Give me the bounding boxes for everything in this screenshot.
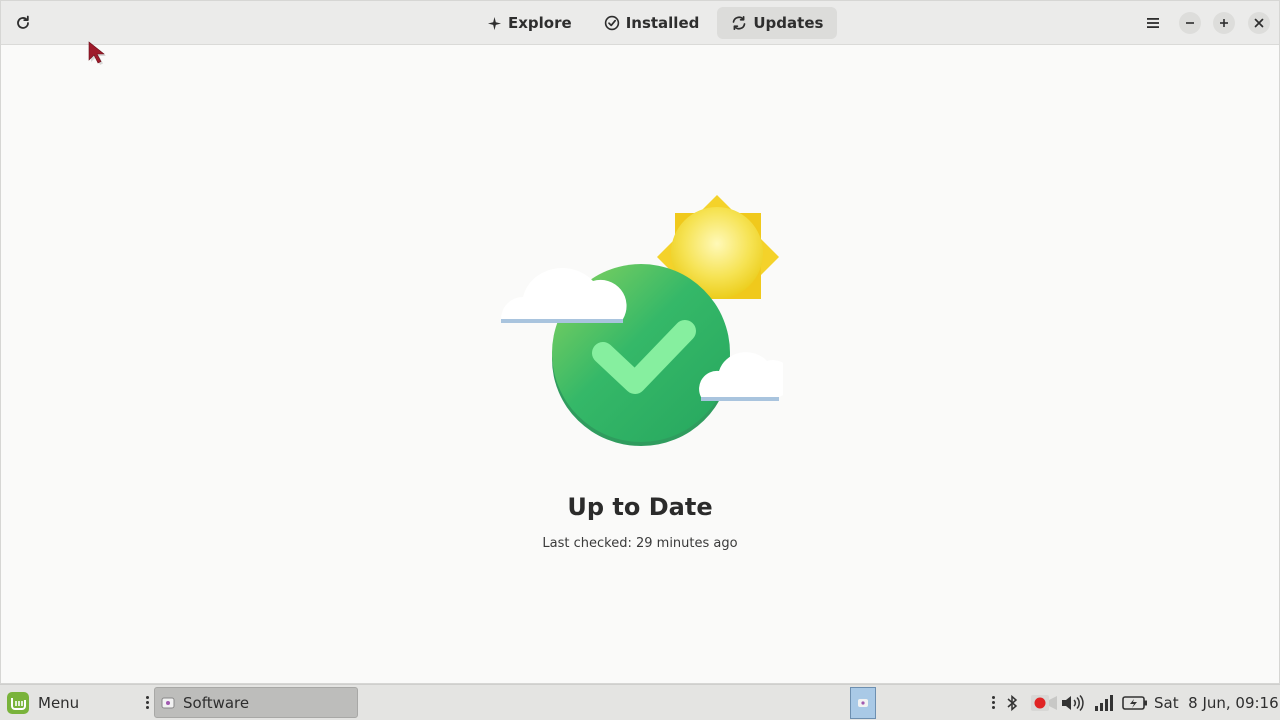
- software-app-icon: [858, 698, 868, 707]
- menu-button[interactable]: Menu: [6, 685, 79, 720]
- hamburger-menu-icon: [1147, 18, 1159, 28]
- installed-check-icon: [604, 15, 619, 31]
- power-tray-button[interactable]: [1122, 685, 1148, 720]
- bluetooth-icon: [1007, 694, 1018, 711]
- linux-mint-logo-icon: [7, 691, 29, 714]
- taskbar-window-label: Software: [183, 693, 250, 712]
- battery-charging-icon: [1122, 695, 1147, 710]
- clock-label: Sat 8 Jun, 09:16: [1154, 693, 1279, 712]
- refresh-button[interactable]: [9, 9, 37, 37]
- minimize-icon: [1186, 22, 1194, 24]
- explore-icon: [487, 16, 502, 30]
- taskbar-window-software[interactable]: Software: [154, 687, 358, 718]
- drag-handle-icon: [992, 696, 995, 709]
- network-tray-button[interactable]: [1094, 685, 1116, 720]
- close-button[interactable]: [1248, 12, 1270, 34]
- maximize-icon: [1220, 19, 1228, 27]
- volume-icon: [1062, 694, 1084, 711]
- minimize-button[interactable]: [1179, 12, 1201, 34]
- refresh-icon: [733, 15, 746, 31]
- taskbar: Menu Software Sat 8 Jun, 09:16: [0, 684, 1280, 720]
- network-signal-icon: [1095, 694, 1113, 711]
- tray-handle[interactable]: [992, 685, 995, 720]
- tab-installed[interactable]: Installed: [590, 7, 714, 39]
- view-switcher: Explore Installed Updates: [473, 7, 838, 39]
- close-icon: [1254, 18, 1264, 28]
- panel-handle[interactable]: [146, 685, 149, 720]
- tab-explore-label: Explore: [508, 14, 572, 32]
- menu-label: Menu: [38, 693, 80, 712]
- status-title: Up to Date: [567, 493, 713, 521]
- tab-installed-label: Installed: [625, 14, 700, 32]
- screen-recorder-tray-button[interactable]: [1030, 685, 1058, 720]
- software-window: Explore Installed Updates Up to Date Las…: [0, 0, 1280, 684]
- header-bar: Explore Installed Updates: [1, 1, 1279, 45]
- tab-updates-label: Updates: [753, 14, 824, 32]
- tab-explore[interactable]: Explore: [473, 7, 586, 39]
- maximize-button[interactable]: [1213, 12, 1235, 34]
- up-to-date-illustration: [501, 195, 783, 446]
- volume-tray-button[interactable]: [1060, 685, 1086, 720]
- last-checked-text: Last checked: 29 minutes ago: [542, 536, 738, 551]
- software-app-icon: [161, 697, 175, 708]
- main-menu-button[interactable]: [1139, 9, 1167, 37]
- tab-updates[interactable]: Updates: [717, 7, 838, 39]
- record-icon: [1031, 694, 1057, 711]
- workspace-switcher[interactable]: [850, 685, 876, 720]
- workspace-thumbnail: [850, 686, 876, 719]
- refresh-icon: [17, 15, 29, 29]
- bluetooth-tray-button[interactable]: [1005, 685, 1019, 720]
- clock[interactable]: Sat 8 Jun, 09:16: [1154, 685, 1279, 720]
- drag-handle-icon: [146, 696, 149, 709]
- mouse-cursor-icon: [88, 41, 106, 65]
